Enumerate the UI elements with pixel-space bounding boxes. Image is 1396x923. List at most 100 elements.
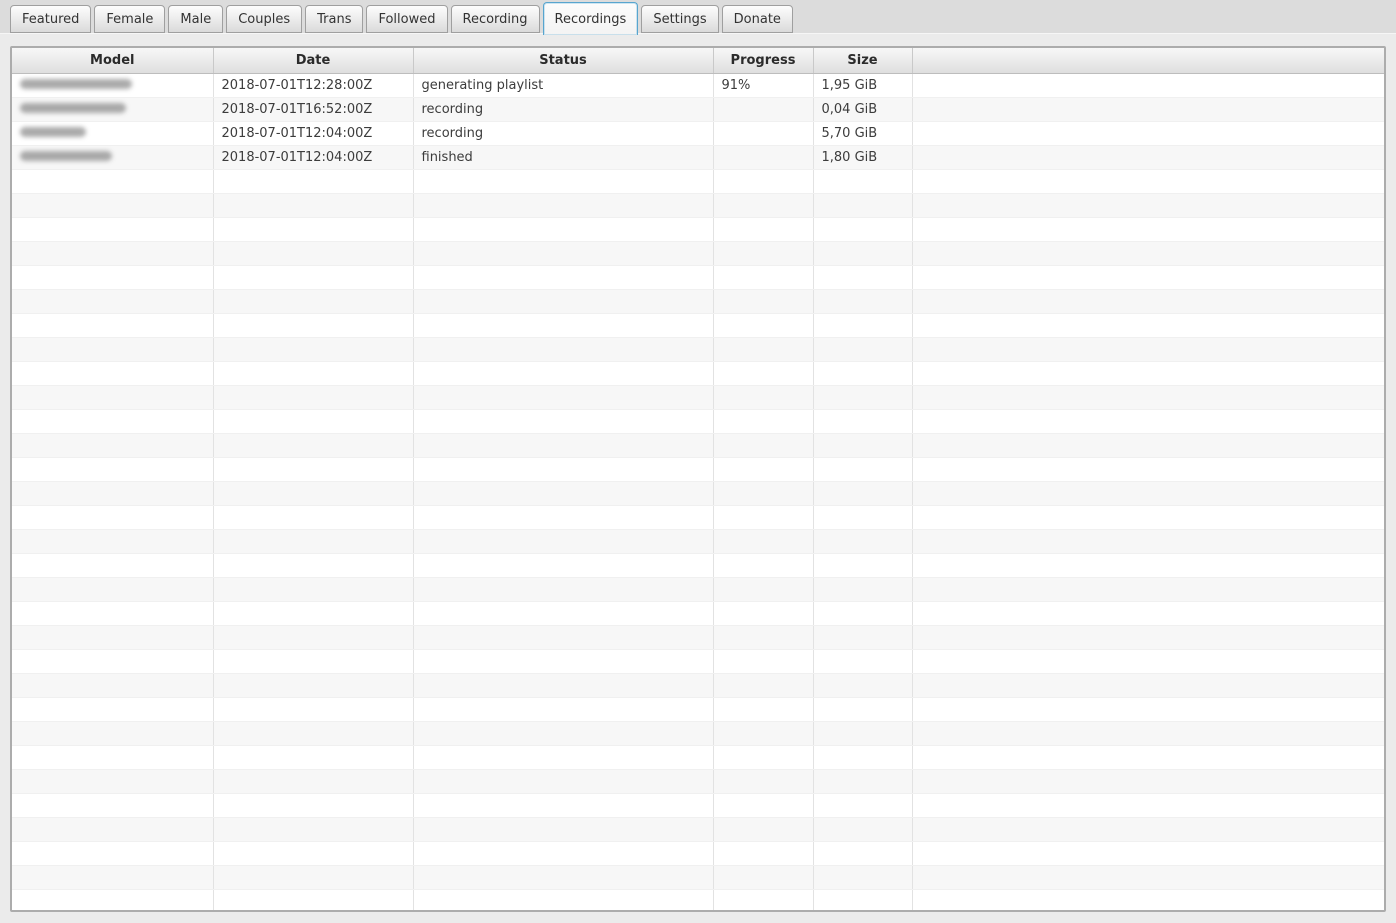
- empty-cell: [12, 169, 214, 194]
- empty-row[interactable]: [12, 745, 1384, 770]
- tab-donate[interactable]: Donate: [721, 5, 793, 33]
- empty-cell: [413, 745, 714, 770]
- empty-row[interactable]: [12, 793, 1384, 818]
- tab-featured[interactable]: Featured: [10, 5, 92, 33]
- empty-row[interactable]: [12, 241, 1384, 266]
- tab-female[interactable]: Female: [94, 5, 166, 33]
- tab-recording[interactable]: Recording: [450, 5, 540, 33]
- empty-row[interactable]: [12, 481, 1384, 506]
- empty-cell: [12, 841, 214, 866]
- size-cell: 5,70 GiB: [813, 121, 913, 146]
- tab-male[interactable]: Male: [168, 5, 224, 33]
- empty-row[interactable]: [12, 529, 1384, 554]
- empty-cell: [813, 673, 913, 698]
- model-cell: [12, 97, 214, 122]
- empty-cell: [713, 457, 814, 482]
- empty-cell: [912, 625, 1384, 650]
- empty-cell: [813, 529, 913, 554]
- empty-cell: [213, 745, 414, 770]
- empty-cell: [912, 649, 1384, 674]
- empty-cell: [912, 505, 1384, 530]
- empty-row[interactable]: [12, 697, 1384, 722]
- empty-cell: [213, 217, 414, 242]
- empty-row[interactable]: [12, 265, 1384, 290]
- empty-row[interactable]: [12, 409, 1384, 434]
- tab-couples[interactable]: Couples: [226, 5, 303, 33]
- empty-cell: [213, 577, 414, 602]
- empty-cell: [213, 361, 414, 386]
- empty-cell: [813, 625, 913, 650]
- empty-row[interactable]: [12, 169, 1384, 194]
- empty-cell: [12, 289, 214, 314]
- column-header-date[interactable]: Date: [213, 48, 414, 74]
- empty-cell: [413, 673, 714, 698]
- empty-row[interactable]: [12, 313, 1384, 338]
- column-header-model[interactable]: Model: [12, 48, 214, 74]
- empty-cell: [12, 865, 214, 890]
- empty-row[interactable]: [12, 841, 1384, 866]
- empty-cell: [813, 649, 913, 674]
- empty-row[interactable]: [12, 817, 1384, 842]
- empty-cell: [213, 721, 414, 746]
- empty-cell: [813, 265, 913, 290]
- empty-cell: [413, 193, 714, 218]
- table-row[interactable]: 2018-07-01T16:52:00Z recording 0,04 GiB: [12, 97, 1384, 122]
- size-cell: 0,04 GiB: [813, 97, 913, 122]
- empty-cell: [713, 241, 814, 266]
- empty-row[interactable]: [12, 769, 1384, 794]
- tab-trans[interactable]: Trans: [305, 5, 364, 33]
- empty-cell: [213, 625, 414, 650]
- empty-row[interactable]: [12, 289, 1384, 314]
- column-header-empty[interactable]: [912, 48, 1384, 74]
- empty-row[interactable]: [12, 457, 1384, 482]
- empty-cell: [413, 361, 714, 386]
- empty-cell: [12, 385, 214, 410]
- empty-cell: [413, 721, 714, 746]
- recordings-table-body: 2018-07-01T12:28:00Z generating playlist…: [12, 73, 1384, 910]
- column-header-status[interactable]: Status: [413, 48, 714, 74]
- empty-cell: [413, 457, 714, 482]
- status-cell: generating playlist: [413, 73, 714, 98]
- empty-row[interactable]: [12, 577, 1384, 602]
- tab-recordings[interactable]: Recordings: [542, 2, 639, 35]
- empty-cell: [213, 241, 414, 266]
- empty-row[interactable]: [12, 193, 1384, 218]
- empty-row[interactable]: [12, 673, 1384, 698]
- date-cell: 2018-07-01T12:04:00Z: [213, 145, 414, 170]
- empty-row[interactable]: [12, 601, 1384, 626]
- table-row[interactable]: 2018-07-01T12:04:00Z finished 1,80 GiB: [12, 145, 1384, 170]
- empty-row[interactable]: [12, 361, 1384, 386]
- empty-cell: [413, 649, 714, 674]
- column-header-progress[interactable]: Progress: [713, 48, 814, 74]
- empty-row[interactable]: [12, 865, 1384, 890]
- empty-row[interactable]: [12, 433, 1384, 458]
- empty-row[interactable]: [12, 337, 1384, 362]
- column-header-size[interactable]: Size: [813, 48, 913, 74]
- table-row[interactable]: 2018-07-01T12:28:00Z generating playlist…: [12, 73, 1384, 98]
- empty-cell: [813, 553, 913, 578]
- empty-row[interactable]: [12, 625, 1384, 650]
- empty-cell: [912, 361, 1384, 386]
- empty-cell: [713, 649, 814, 674]
- empty-cell: [213, 505, 414, 530]
- tab-settings[interactable]: Settings: [641, 5, 719, 33]
- empty-cell: [213, 313, 414, 338]
- empty-cell: [413, 577, 714, 602]
- empty-row[interactable]: [12, 505, 1384, 530]
- tab-followed[interactable]: Followed: [366, 5, 448, 33]
- empty-row[interactable]: [12, 217, 1384, 242]
- empty-cell: [713, 745, 814, 770]
- empty-cell: [912, 601, 1384, 626]
- empty-row[interactable]: [12, 649, 1384, 674]
- empty-row[interactable]: [12, 385, 1384, 410]
- empty-cell: [213, 769, 414, 794]
- empty-cell: [213, 457, 414, 482]
- empty-cell: [12, 625, 214, 650]
- empty-row[interactable]: [12, 721, 1384, 746]
- date-cell: 2018-07-01T16:52:00Z: [213, 97, 414, 122]
- empty-cell: [413, 841, 714, 866]
- table-row[interactable]: 2018-07-01T12:04:00Z recording 5,70 GiB: [12, 121, 1384, 146]
- empty-row[interactable]: [12, 553, 1384, 578]
- empty-cell: [813, 289, 913, 314]
- empty-row[interactable]: [12, 889, 1384, 910]
